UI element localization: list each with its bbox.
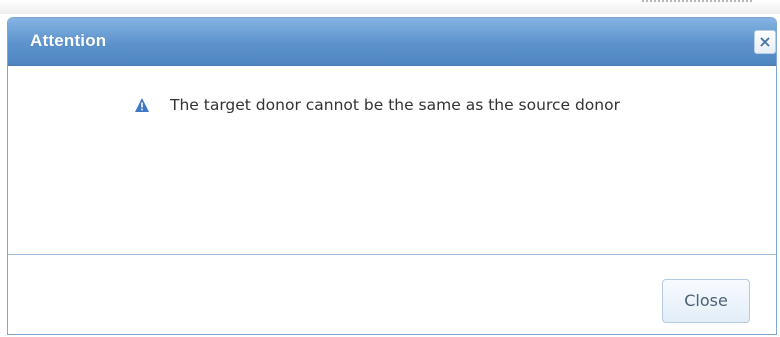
dialog-title: Attention [30, 31, 107, 50]
alert-message-text: The target donor cannot be the same as t… [170, 96, 620, 114]
alert-message: The target donor cannot be the same as t… [134, 94, 620, 116]
background-partial-text [642, 0, 752, 8]
warning-triangle-icon [134, 97, 150, 113]
background-toolbar-strip [0, 0, 780, 14]
close-icon[interactable]: × [754, 30, 776, 54]
dialog-footer: Close [8, 255, 776, 334]
attention-dialog: Attention × The target donor cannot be t… [7, 17, 777, 335]
dialog-header[interactable]: Attention × [8, 18, 776, 66]
close-button[interactable]: Close [662, 279, 750, 323]
